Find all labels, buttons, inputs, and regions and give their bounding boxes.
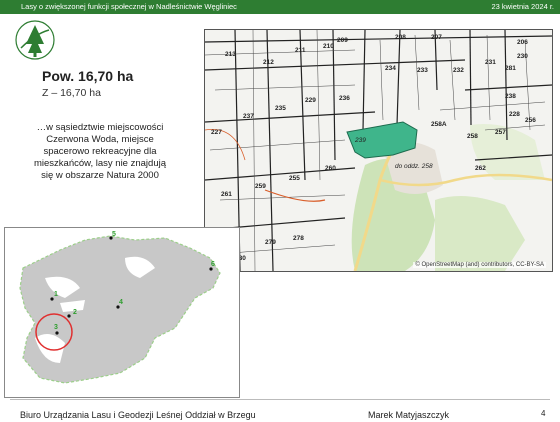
header-date: 23 kwietnia 2024 r. <box>491 2 554 11</box>
location-point <box>55 331 59 335</box>
compartment-label: 256 <box>525 117 536 124</box>
compartment-label: 278 <box>293 235 304 242</box>
compartment-label: 237 <box>243 113 254 120</box>
description-line: Czerwona Woda, miejsce <box>46 134 154 145</box>
compartment-label: 231 <box>485 59 496 66</box>
location-label: 2 <box>73 309 77 316</box>
location-label: 6 <box>211 261 215 268</box>
header-bar: Lasy o zwiększonej funkcji społecznej w … <box>0 0 560 14</box>
compartment-label: 210 <box>323 43 334 50</box>
compartment-label: 208 <box>395 34 406 41</box>
description-line: …w sąsiedztwie miejscowości <box>36 122 164 133</box>
compartment-label: 211 <box>295 47 306 54</box>
compartment-label: 258A <box>431 121 447 128</box>
location-label: 1 <box>54 291 58 298</box>
forest-district-outline <box>19 235 221 384</box>
compartment-label: 236 <box>339 95 350 102</box>
compartment-label: 281 <box>505 65 516 72</box>
map-attribution: © OpenStreetMap (and) contributors, CC-B… <box>413 262 546 268</box>
area-title: Pow. 16,70 ha <box>42 68 134 84</box>
village-label: do oddz. 258 <box>395 163 433 170</box>
description-line: mieszkańców, lasy nie znajdują <box>33 158 166 169</box>
compartment-label: 207 <box>431 34 442 41</box>
area-subtitle: Z – 16,70 ha <box>42 87 101 99</box>
compartment-label: 257 <box>495 129 506 136</box>
location-label: 5 <box>112 231 116 238</box>
compartment-label: 279 <box>265 239 276 246</box>
location-label: 4 <box>119 299 123 306</box>
compartment-label: 235 <box>275 105 286 112</box>
compartment-label: 227 <box>211 129 222 136</box>
compartment-label: 233 <box>417 67 428 74</box>
description-line: się w obszarze Natura 2000 <box>41 170 159 181</box>
compartment-label: 209 <box>337 37 348 44</box>
forest-map[interactable]: 213 211 210 209 208 207 206 212 234 233 … <box>204 29 553 272</box>
compartment-label: 258 <box>467 133 478 140</box>
compartment-label: 260 <box>325 165 336 172</box>
compartment-label: 213 <box>225 51 236 58</box>
compartment-label: 229 <box>305 97 316 104</box>
description: …w sąsiedztwie miejscowości Czerwona Wod… <box>15 122 185 182</box>
footer-organization: Biuro Urządzania Lasu i Geodezji Leśnej … <box>20 410 256 420</box>
compartment-label: 261 <box>221 191 232 198</box>
overview-map[interactable]: 1 2 3 4 5 6 <box>4 227 240 398</box>
compartment-label: 232 <box>453 67 464 74</box>
description-line: spacerowo rekreacyjne dla <box>43 146 157 157</box>
compartment-label: 234 <box>385 65 396 72</box>
compartment-label: 262 <box>475 165 486 172</box>
location-label: 3 <box>54 324 58 331</box>
header-title: Lasy o zwiększonej funkcji społecznej w … <box>21 2 237 11</box>
compartment-label: 206 <box>517 39 528 46</box>
compartment-label: 238 <box>505 93 516 100</box>
compartment-label: 230 <box>517 53 528 60</box>
page-number: 4 <box>541 409 546 418</box>
compartment-label: 259 <box>255 183 266 190</box>
compartment-label: 212 <box>263 59 274 66</box>
compartment-label: 228 <box>509 111 520 118</box>
location-point <box>67 314 71 318</box>
compartment-label: 239 <box>354 137 366 144</box>
footer-divider <box>10 399 550 400</box>
footer-author: Marek Matyjaszczyk <box>368 410 450 420</box>
compartment-label: 255 <box>289 175 300 182</box>
forest-logo <box>12 18 58 62</box>
